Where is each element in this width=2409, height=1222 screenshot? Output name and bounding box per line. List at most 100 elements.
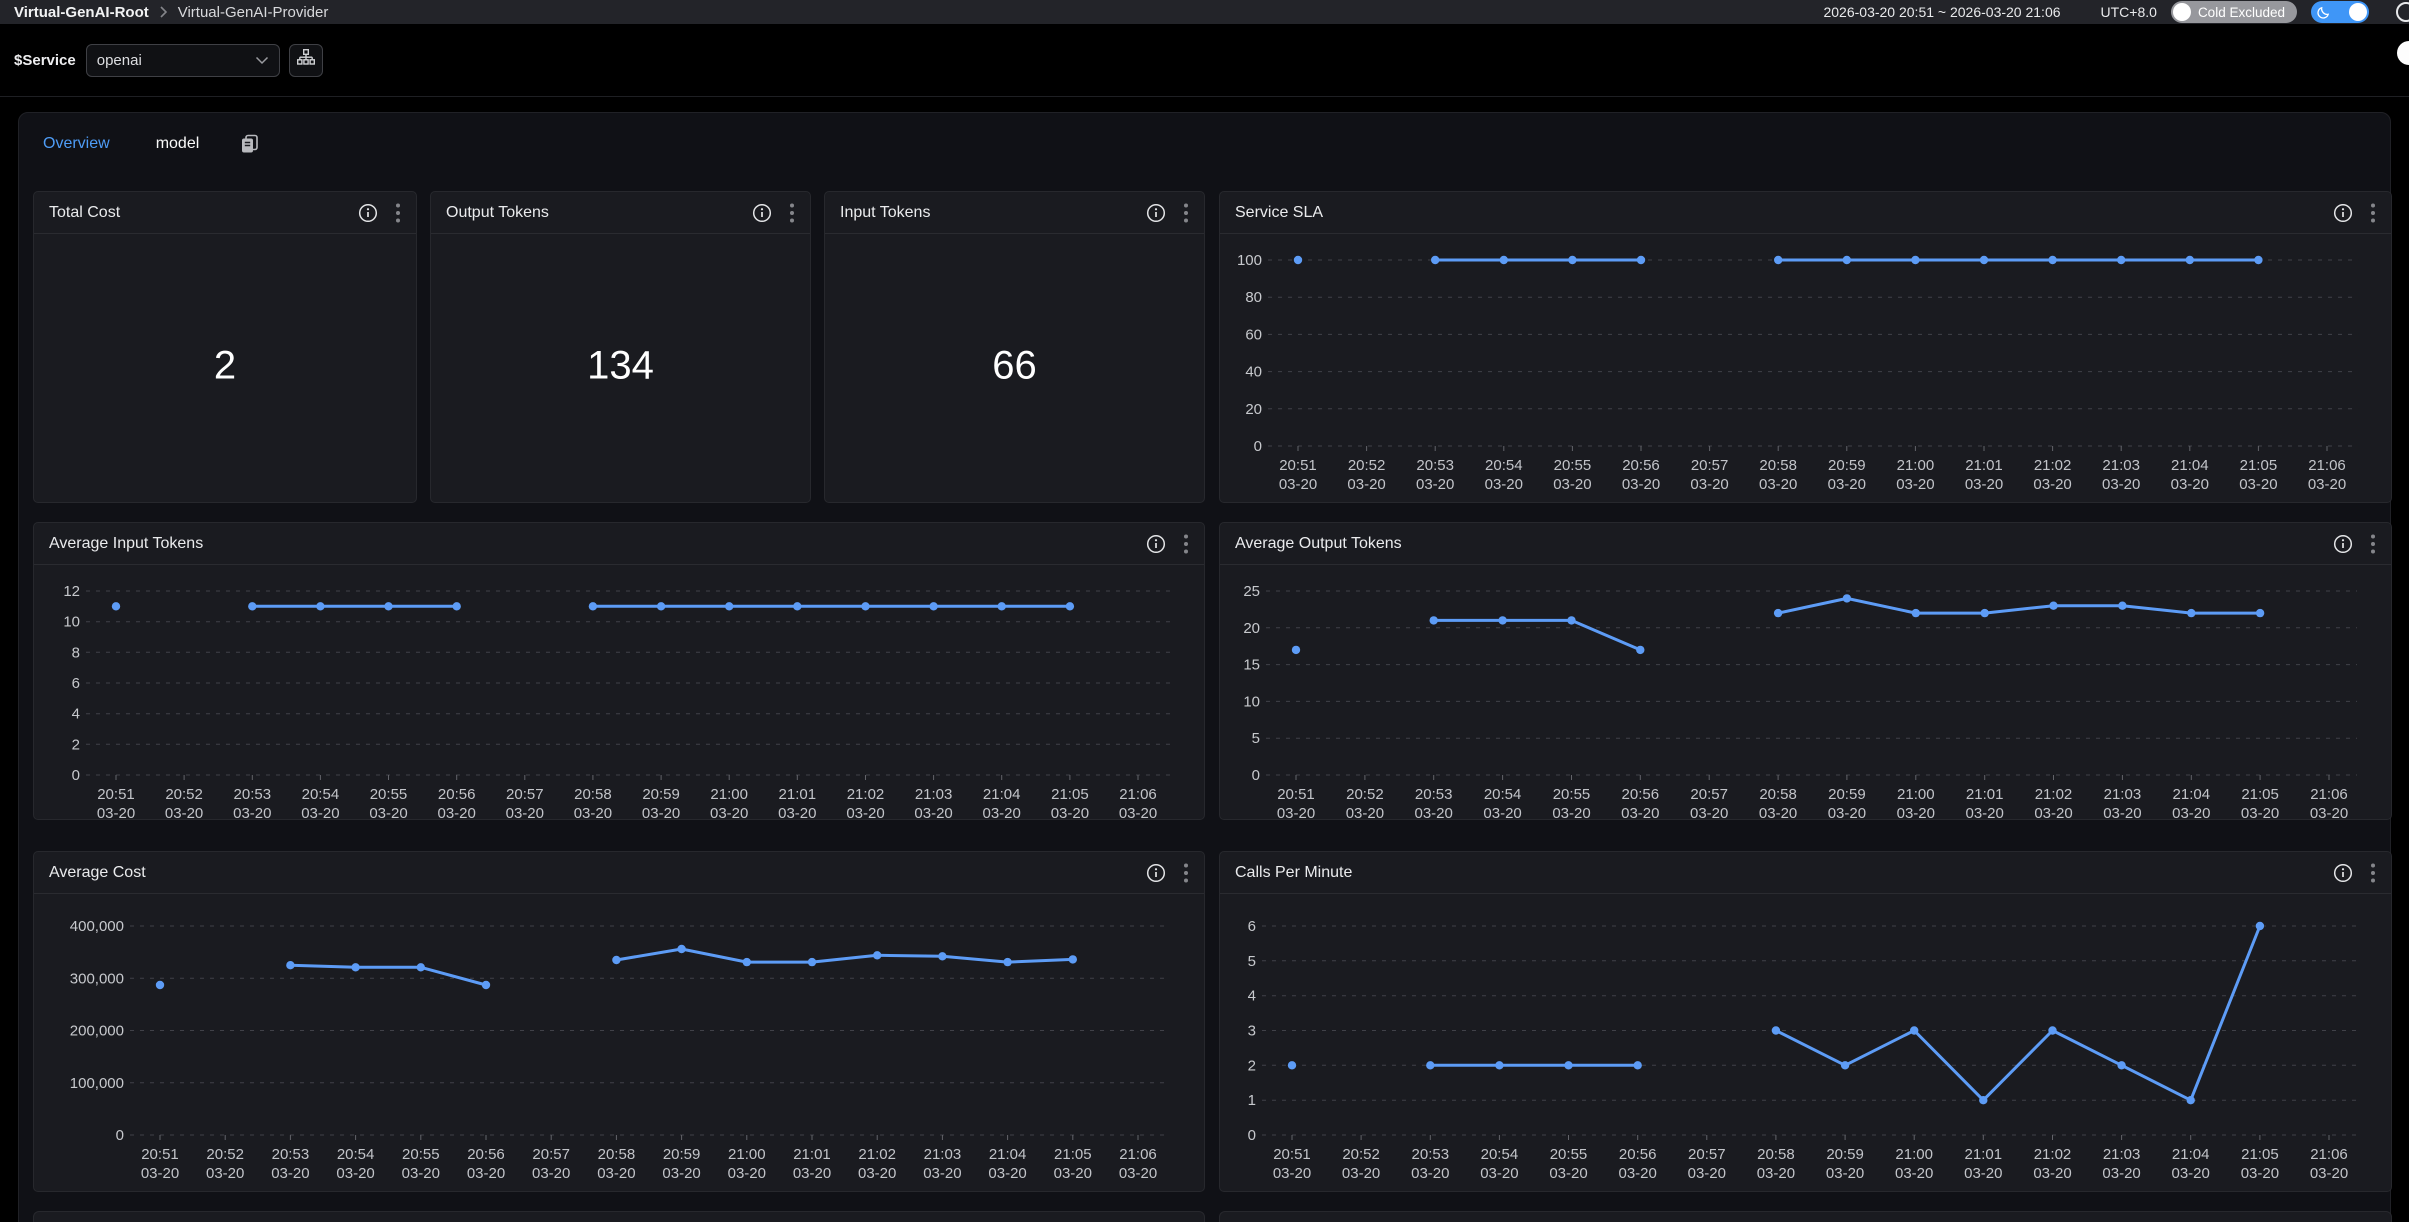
svg-text:03-20: 03-20 <box>2033 476 2071 493</box>
kebab-menu-icon[interactable] <box>2370 202 2376 224</box>
average-output-tokens-chart[interactable]: 051015202520:5103-2020:5203-2020:5303-20… <box>1220 565 2391 819</box>
cold-excluded-toggle[interactable]: Cold Excluded <box>2171 1 2297 23</box>
svg-text:03-20: 03-20 <box>1757 1165 1795 1182</box>
calls-per-minute-chart[interactable]: 012345620:5103-2020:5203-2020:5303-2020:… <box>1220 894 2391 1191</box>
panel-title: Service SLA <box>1235 204 1323 222</box>
kebab-menu-icon[interactable] <box>789 202 795 224</box>
svg-text:20:53: 20:53 <box>1412 1146 1450 1163</box>
service-sla-chart[interactable]: 02040608010020:5103-2020:5203-2020:5303-… <box>1220 234 2391 502</box>
service-select[interactable]: openai <box>86 44 280 77</box>
svg-text:20:59: 20:59 <box>663 1146 701 1163</box>
svg-text:6: 6 <box>1248 918 1256 935</box>
svg-text:03-20: 03-20 <box>1119 1165 1157 1182</box>
svg-text:03-20: 03-20 <box>1480 1165 1518 1182</box>
svg-text:21:05: 21:05 <box>2241 1146 2279 1163</box>
svg-text:0: 0 <box>1248 1127 1256 1144</box>
panel-average-output-tokens: Average Output Tokens 051015202520:5103-… <box>1219 522 2392 820</box>
tab-model[interactable]: model <box>156 135 200 153</box>
timezone-label[interactable]: UTC+8.0 <box>2101 4 2157 20</box>
svg-text:21:06: 21:06 <box>2310 1146 2348 1163</box>
partial-panel <box>33 1211 1205 1222</box>
tab-overview[interactable]: Overview <box>43 135 110 153</box>
svg-text:20:54: 20:54 <box>302 786 340 803</box>
help-icon[interactable] <box>2396 2 2409 22</box>
svg-text:03-20: 03-20 <box>923 1165 961 1182</box>
kebab-menu-icon[interactable] <box>2370 862 2376 884</box>
panel-title: Calls Per Minute <box>1235 864 1352 882</box>
svg-text:21:04: 21:04 <box>2171 457 2209 474</box>
svg-text:21:02: 21:02 <box>2034 1146 2072 1163</box>
svg-text:0: 0 <box>1254 438 1262 455</box>
svg-text:03-20: 03-20 <box>2239 476 2277 493</box>
svg-text:10: 10 <box>63 614 80 631</box>
svg-text:20:55: 20:55 <box>1550 1146 1588 1163</box>
kebab-menu-icon[interactable] <box>1183 533 1189 555</box>
svg-text:03-20: 03-20 <box>141 1165 179 1182</box>
panel-title: Average Input Tokens <box>49 535 203 553</box>
svg-text:03-20: 03-20 <box>369 805 407 819</box>
info-icon[interactable] <box>2333 863 2353 883</box>
svg-text:20:56: 20:56 <box>1622 457 1660 474</box>
svg-text:03-20: 03-20 <box>1965 476 2003 493</box>
svg-text:03-20: 03-20 <box>467 1165 505 1182</box>
svg-text:03-20: 03-20 <box>846 805 884 819</box>
panel-calls-per-minute: Calls Per Minute 012345620:5103-2020:520… <box>1219 851 2392 1192</box>
svg-text:03-20: 03-20 <box>1279 476 1317 493</box>
info-icon[interactable] <box>1146 863 1166 883</box>
svg-text:21:01: 21:01 <box>1965 457 2003 474</box>
svg-text:03-20: 03-20 <box>1966 805 2004 819</box>
kebab-menu-icon[interactable] <box>395 202 401 224</box>
svg-text:03-20: 03-20 <box>1895 1165 1933 1182</box>
svg-text:03-20: 03-20 <box>1828 805 1866 819</box>
kebab-menu-icon[interactable] <box>1183 202 1189 224</box>
svg-text:03-20: 03-20 <box>2102 1165 2140 1182</box>
breadcrumb-root[interactable]: Virtual-GenAI-Root <box>14 4 149 21</box>
info-icon[interactable] <box>2333 534 2353 554</box>
kebab-menu-icon[interactable] <box>1183 862 1189 884</box>
svg-text:20:54: 20:54 <box>1485 457 1523 474</box>
svg-text:200,000: 200,000 <box>70 1023 124 1040</box>
info-icon[interactable] <box>358 203 378 223</box>
info-icon[interactable] <box>752 203 772 223</box>
svg-text:0: 0 <box>116 1127 124 1144</box>
panel-title: Input Tokens <box>840 204 930 222</box>
svg-text:03-20: 03-20 <box>1759 476 1797 493</box>
svg-text:20:55: 20:55 <box>402 1146 440 1163</box>
svg-text:100,000: 100,000 <box>70 1075 124 1092</box>
copy-pages-icon[interactable] <box>239 133 261 155</box>
svg-text:03-20: 03-20 <box>2171 476 2209 493</box>
svg-text:03-20: 03-20 <box>97 805 135 819</box>
info-icon[interactable] <box>2333 203 2353 223</box>
dark-mode-toggle[interactable] <box>2311 1 2369 23</box>
svg-text:20:52: 20:52 <box>1342 1146 1380 1163</box>
svg-text:03-20: 03-20 <box>402 1165 440 1182</box>
svg-text:20:52: 20:52 <box>165 786 203 803</box>
svg-text:4: 4 <box>1248 988 1256 1005</box>
svg-text:03-20: 03-20 <box>2310 805 2348 819</box>
sitemap-icon <box>297 49 315 71</box>
svg-text:03-20: 03-20 <box>271 1165 309 1182</box>
kebab-menu-icon[interactable] <box>2370 533 2376 555</box>
svg-text:03-20: 03-20 <box>1688 1165 1726 1182</box>
topology-button[interactable] <box>289 44 323 77</box>
svg-text:21:02: 21:02 <box>2035 786 2073 803</box>
svg-text:25: 25 <box>1243 583 1260 600</box>
svg-text:20:53: 20:53 <box>272 1146 310 1163</box>
time-range-picker[interactable]: 2026-03-20 20:51 ~ 2026-03-20 21:06 <box>1823 4 2060 20</box>
service-select-value: openai <box>97 52 142 69</box>
svg-text:6: 6 <box>72 675 80 692</box>
dashboard-container: Overview model Total Cost 2 <box>18 112 2391 1222</box>
average-input-tokens-chart[interactable]: 02468101220:5103-2020:5203-2020:5303-202… <box>34 565 1204 819</box>
info-icon[interactable] <box>1146 534 1166 554</box>
svg-text:03-20: 03-20 <box>2102 476 2140 493</box>
average-cost-chart[interactable]: 0100,000200,000300,000400,00020:5103-202… <box>34 894 1204 1191</box>
partial-panel <box>1219 1211 2392 1222</box>
info-icon[interactable] <box>1146 203 1166 223</box>
svg-text:03-20: 03-20 <box>642 805 680 819</box>
svg-text:03-20: 03-20 <box>506 805 544 819</box>
svg-text:20:51: 20:51 <box>97 786 135 803</box>
svg-text:20:54: 20:54 <box>1484 786 1522 803</box>
svg-text:21:00: 21:00 <box>1897 786 1935 803</box>
svg-text:21:05: 21:05 <box>1051 786 1089 803</box>
svg-text:03-20: 03-20 <box>233 805 271 819</box>
